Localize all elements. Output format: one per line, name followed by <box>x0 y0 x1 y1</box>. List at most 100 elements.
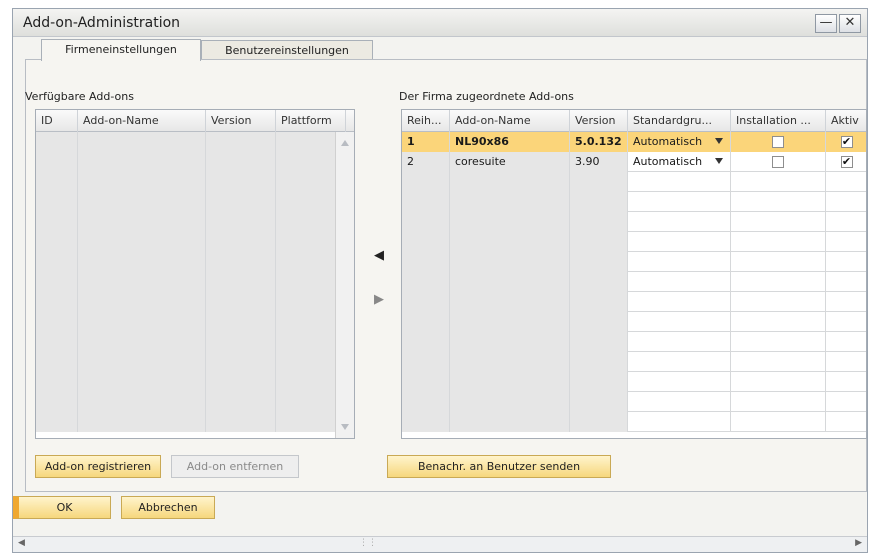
table-cell[interactable] <box>826 192 866 212</box>
scroll-right-icon[interactable]: ▶ <box>855 538 862 548</box>
table-cell[interactable] <box>628 312 731 332</box>
table-cell[interactable] <box>731 292 826 312</box>
tab-firmeneinstellungen[interactable]: Firmeneinstellungen <box>41 39 201 61</box>
table-cell[interactable] <box>826 252 866 272</box>
install-checkbox-cell[interactable] <box>731 152 826 172</box>
table-row[interactable] <box>36 272 346 292</box>
table-row[interactable] <box>36 412 346 432</box>
col-header[interactable]: Reih... <box>402 110 450 132</box>
close-icon[interactable]: ✕ <box>839 14 861 33</box>
table-row[interactable] <box>402 252 866 272</box>
table-cell[interactable] <box>731 172 826 192</box>
table-row[interactable] <box>402 192 866 212</box>
chevron-down-icon[interactable] <box>715 158 723 164</box>
table-cell[interactable] <box>826 272 866 292</box>
col-header[interactable]: Add-on-Name <box>78 110 206 132</box>
table-row[interactable] <box>36 192 346 212</box>
table-cell[interactable] <box>731 272 826 292</box>
table-cell[interactable] <box>826 372 866 392</box>
table-cell[interactable] <box>826 392 866 412</box>
col-header[interactable]: ID <box>36 110 78 132</box>
cancel-button[interactable]: Abbrechen <box>121 496 215 519</box>
install-checkbox[interactable] <box>772 156 784 168</box>
move-right-button[interactable]: ▶ <box>369 291 389 311</box>
table-cell[interactable] <box>731 232 826 252</box>
table-row[interactable]: 2 coresuite 3.90 Automatisch ✔ <box>402 152 866 172</box>
col-header[interactable]: Installation ... <box>731 110 826 132</box>
table-row[interactable] <box>36 152 346 172</box>
table-cell[interactable] <box>826 352 866 372</box>
table-cell[interactable] <box>826 212 866 232</box>
table-row[interactable] <box>36 172 346 192</box>
table-row[interactable] <box>402 392 866 412</box>
table-cell[interactable] <box>731 192 826 212</box>
tab-benutzereinstellungen[interactable]: Benutzereinstellungen <box>201 40 373 61</box>
scroll-up-icon[interactable] <box>341 140 349 146</box>
table-cell[interactable] <box>826 292 866 312</box>
install-checkbox-cell[interactable] <box>731 132 826 152</box>
table-row[interactable] <box>36 252 346 272</box>
group-select[interactable]: Automatisch <box>628 132 731 152</box>
table-row[interactable] <box>36 292 346 312</box>
table-row[interactable] <box>36 372 346 392</box>
table-cell[interactable] <box>628 392 731 412</box>
table-cell[interactable] <box>628 272 731 292</box>
ok-button[interactable]: OK <box>13 496 111 519</box>
notify-users-button[interactable]: Benachr. an Benutzer senden <box>387 455 611 478</box>
minimize-icon[interactable]: — <box>815 14 837 33</box>
col-header[interactable]: Add-on-Name <box>450 110 570 132</box>
table-row[interactable] <box>402 212 866 232</box>
chevron-down-icon[interactable] <box>715 138 723 144</box>
table-row[interactable] <box>402 172 866 192</box>
table-cell[interactable] <box>628 292 731 312</box>
table-row[interactable] <box>402 352 866 372</box>
table-cell[interactable] <box>628 172 731 192</box>
assigned-addons-grid[interactable]: Reih... Add-on-Name Version Standardgru.… <box>401 109 867 439</box>
table-row[interactable] <box>36 392 346 412</box>
table-row[interactable] <box>402 412 866 432</box>
table-cell[interactable] <box>731 412 826 432</box>
group-select[interactable]: Automatisch <box>628 152 731 172</box>
table-cell[interactable] <box>628 332 731 352</box>
active-checkbox[interactable]: ✔ <box>840 156 853 168</box>
table-cell[interactable] <box>731 352 826 372</box>
col-header[interactable]: Standardgru... <box>628 110 731 132</box>
table-cell[interactable] <box>826 312 866 332</box>
title-bar[interactable]: Add-on-Administration — ✕ <box>13 9 867 37</box>
table-row[interactable] <box>36 312 346 332</box>
table-row[interactable] <box>36 132 346 152</box>
move-left-button[interactable]: ◀ <box>369 247 389 267</box>
table-row[interactable] <box>36 232 346 252</box>
table-cell[interactable] <box>826 412 866 432</box>
table-row[interactable] <box>36 332 346 352</box>
table-cell[interactable] <box>628 412 731 432</box>
col-header[interactable]: Aktiv <box>826 110 866 132</box>
table-row[interactable]: 1 NL90x86 5.0.132 Automatisch ✔ <box>402 132 866 152</box>
table-cell[interactable] <box>628 232 731 252</box>
table-cell[interactable] <box>628 372 731 392</box>
col-header[interactable]: Version <box>570 110 628 132</box>
table-cell[interactable] <box>826 172 866 192</box>
table-cell[interactable] <box>731 312 826 332</box>
table-row[interactable] <box>402 272 866 292</box>
table-cell[interactable] <box>826 332 866 352</box>
table-cell[interactable] <box>628 252 731 272</box>
table-cell[interactable] <box>731 212 826 232</box>
table-cell[interactable] <box>731 332 826 352</box>
active-checkbox[interactable]: ✔ <box>840 136 853 148</box>
table-row[interactable] <box>402 332 866 352</box>
table-row[interactable] <box>402 372 866 392</box>
col-header[interactable]: Plattform <box>276 110 346 132</box>
table-row[interactable] <box>402 232 866 252</box>
available-addons-grid[interactable]: ID Add-on-Name Version Plattform <box>35 109 355 439</box>
table-cell[interactable] <box>826 232 866 252</box>
scroll-left-icon[interactable]: ◀ <box>18 538 25 548</box>
active-checkbox-cell[interactable]: ✔ <box>826 152 866 172</box>
remove-addon-button[interactable]: Add-on entfernen <box>171 455 299 478</box>
active-checkbox-cell[interactable]: ✔ <box>826 132 866 152</box>
table-cell[interactable] <box>628 352 731 372</box>
vertical-scrollbar[interactable] <box>335 132 354 438</box>
col-header[interactable]: Version <box>206 110 276 132</box>
table-row[interactable] <box>402 292 866 312</box>
table-cell[interactable] <box>731 372 826 392</box>
